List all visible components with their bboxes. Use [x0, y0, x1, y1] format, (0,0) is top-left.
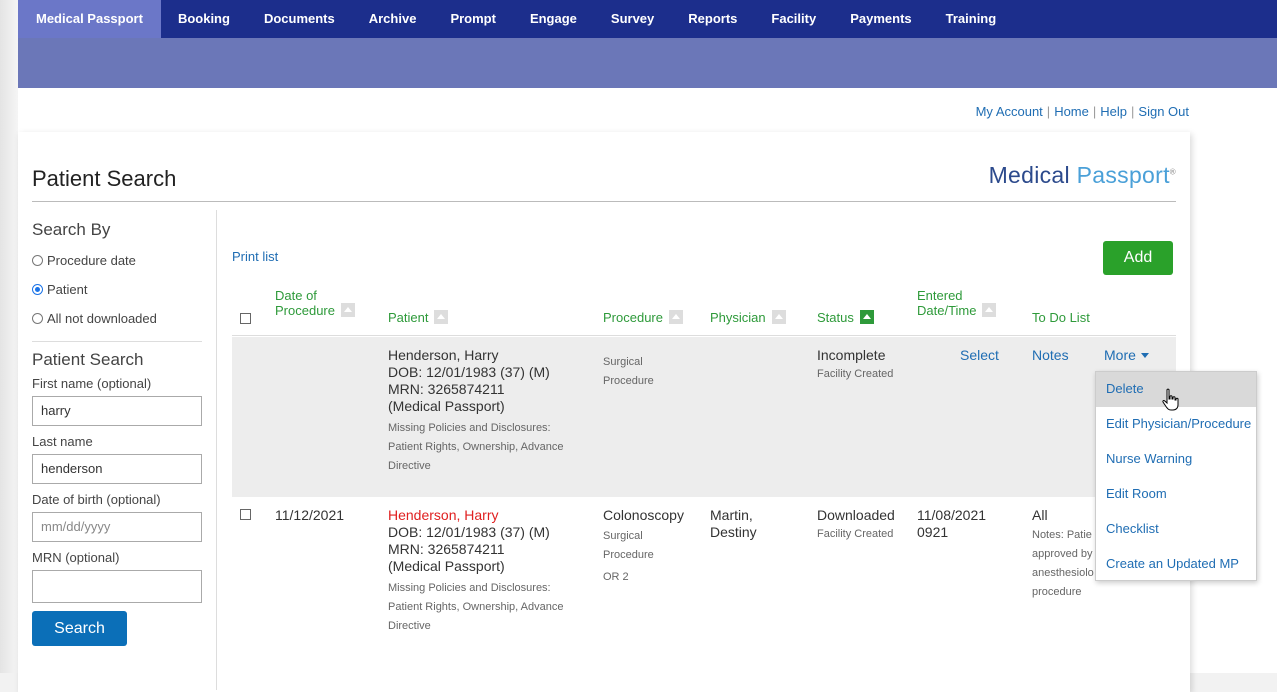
menu-item-create-updated-mp[interactable]: Create an Updated MP: [1096, 547, 1256, 582]
my-account-link[interactable]: My Account: [976, 104, 1043, 119]
status-cell: Downloaded Facility Created: [817, 507, 895, 540]
todo-cell: All Notes: Patie approved by anesthesiol…: [1032, 507, 1094, 598]
dob-field[interactable]: mm/dd/yyyy: [32, 512, 202, 542]
col-procedure[interactable]: Procedure: [603, 310, 683, 325]
page-title: Patient Search: [32, 166, 177, 191]
tab-training[interactable]: Training: [929, 0, 1014, 38]
radio-selected-icon[interactable]: [32, 284, 43, 295]
tab-reports[interactable]: Reports: [671, 0, 754, 38]
search-sidebar: Search By Procedure date Patient All not…: [32, 210, 202, 690]
last-name-field[interactable]: henderson: [32, 454, 202, 484]
dob-label: Date of birth (optional): [32, 492, 161, 507]
mrn-field[interactable]: [32, 570, 202, 603]
sort-icon[interactable]: [771, 310, 786, 324]
sort-icon[interactable]: [434, 310, 449, 324]
entered-cell: 11/08/2021 0921: [917, 507, 987, 540]
caret-down-icon: [1140, 353, 1149, 358]
tab-medical-passport[interactable]: Medical Passport: [18, 0, 161, 38]
sidebar-divider: [32, 341, 202, 342]
table-row[interactable]: Henderson, Harry DOB: 12/01/1983 (37) (M…: [232, 337, 1176, 497]
date-cell: 11/12/2021: [275, 507, 345, 523]
first-name-label: First name (optional): [32, 376, 152, 391]
procedure-cell: Surgical Procedure: [603, 356, 654, 387]
utility-links: My Account | Home | Help | Sign Out: [975, 104, 1189, 119]
last-name-label: Last name: [32, 434, 93, 449]
print-list-link[interactable]: Print list: [232, 249, 278, 264]
radio-all-not-downloaded[interactable]: All not downloaded: [32, 304, 202, 333]
select-all-checkbox[interactable]: [240, 313, 251, 324]
col-physician[interactable]: Physician: [710, 310, 786, 325]
patient-name-link[interactable]: Henderson, Harry: [388, 507, 563, 524]
sub-nav-bar: [18, 38, 1277, 88]
col-status[interactable]: Status: [817, 310, 874, 325]
col-entered-date-time[interactable]: Entered Date/Time: [917, 288, 997, 318]
menu-item-edit-room[interactable]: Edit Room: [1096, 477, 1256, 512]
patient-cell: Henderson, Harry DOB: 12/01/1983 (37) (M…: [388, 507, 564, 632]
window-edge: [0, 0, 18, 673]
procedure-cell: Colonoscopy Surgical Procedure OR 2: [603, 507, 684, 583]
search-by-heading: Search By: [32, 220, 111, 239]
patient-search-heading: Patient Search: [32, 350, 144, 369]
radio-patient[interactable]: Patient: [32, 275, 202, 304]
add-button[interactable]: Add: [1103, 241, 1173, 275]
select-link[interactable]: Select: [960, 347, 999, 364]
notes-link[interactable]: Notes: [1032, 347, 1069, 364]
tab-archive[interactable]: Archive: [352, 0, 434, 38]
brand-logo: Medical Passport®: [988, 162, 1176, 188]
col-date-of-procedure[interactable]: Date of Procedure: [275, 288, 355, 318]
physician-cell: Martin, Destiny: [710, 507, 757, 540]
patient-search-card: Patient Search Medical Passport® Search …: [18, 132, 1190, 692]
menu-item-nurse-warning[interactable]: Nurse Warning: [1096, 442, 1256, 477]
table-row[interactable]: 11/12/2021 Henderson, Harry DOB: 12/01/1…: [232, 497, 1176, 672]
sort-icon[interactable]: [340, 303, 355, 317]
tab-facility[interactable]: Facility: [754, 0, 833, 38]
sign-out-link[interactable]: Sign Out: [1138, 104, 1189, 119]
status-cell: Incomplete Facility Created: [817, 347, 894, 380]
tab-booking[interactable]: Booking: [161, 0, 247, 38]
search-button[interactable]: Search: [32, 611, 127, 646]
tab-engage[interactable]: Engage: [513, 0, 594, 38]
home-link[interactable]: Home: [1054, 104, 1089, 119]
top-nav: Medical Passport Booking Documents Archi…: [18, 0, 1277, 38]
tab-survey[interactable]: Survey: [594, 0, 671, 38]
hand-pointer-icon: [1162, 388, 1179, 411]
sort-icon[interactable]: [668, 310, 683, 324]
tab-documents[interactable]: Documents: [247, 0, 352, 38]
more-menu-toggle[interactable]: More: [1104, 347, 1149, 364]
radio-procedure-date[interactable]: Procedure date: [32, 246, 202, 275]
menu-item-edit-physician-procedure[interactable]: Edit Physician/Procedure: [1096, 407, 1256, 442]
radio-icon[interactable]: [32, 255, 43, 266]
app-window: Medical Passport Booking Documents Archi…: [18, 0, 1277, 692]
col-patient[interactable]: Patient: [388, 310, 449, 325]
radio-icon[interactable]: [32, 313, 43, 324]
table-header: Date of Procedure Patient Procedure Phys…: [232, 282, 1176, 336]
tab-payments[interactable]: Payments: [833, 0, 928, 38]
row-checkbox[interactable]: [240, 509, 251, 520]
sidebar-divider-vertical: [216, 210, 217, 690]
sort-icon[interactable]: [982, 303, 997, 317]
patient-cell: Henderson, Harry DOB: 12/01/1983 (37) (M…: [388, 347, 564, 472]
tab-prompt[interactable]: Prompt: [433, 0, 513, 38]
sort-active-icon[interactable]: [859, 310, 874, 324]
menu-item-checklist[interactable]: Checklist: [1096, 512, 1256, 547]
first-name-field[interactable]: harry: [32, 396, 202, 426]
col-to-do-list: To Do List: [1032, 310, 1090, 325]
help-link[interactable]: Help: [1100, 104, 1127, 119]
title-divider: [32, 201, 1176, 202]
mrn-label: MRN (optional): [32, 550, 120, 565]
